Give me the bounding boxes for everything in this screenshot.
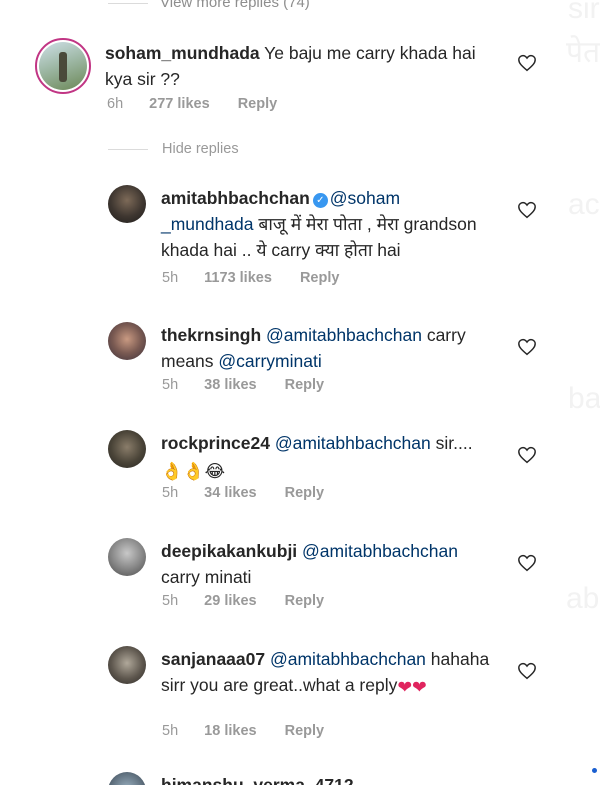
like-heart-icon[interactable] <box>517 201 537 219</box>
comment-body: amitabhbachchan ✓ @soham _mundhada बाजू में… <box>161 185 506 263</box>
comment-time: 5h <box>162 485 179 501</box>
background-text: ab <box>566 582 600 615</box>
comment-text: carry minati <box>161 567 252 587</box>
comment-username[interactable]: deepikakankubji <box>161 541 297 561</box>
divider-line <box>108 149 148 150</box>
comment-mention[interactable]: @carryminati <box>218 351 321 371</box>
comment-likes[interactable]: 34 likes <box>204 485 256 501</box>
mention-part: _mundhada <box>161 214 254 234</box>
divider-line <box>108 3 148 4</box>
comment-meta: 5h 1173 likes Reply <box>162 270 339 286</box>
avatar[interactable] <box>108 538 146 576</box>
mention-part: @soham <box>329 188 401 208</box>
verified-badge-icon: ✓ <box>312 193 328 208</box>
comment-meta: 5h 34 likes Reply <box>162 485 324 501</box>
reply-button[interactable]: Reply <box>300 270 340 286</box>
comment-likes[interactable]: 38 likes <box>204 377 256 393</box>
avatar[interactable] <box>108 772 146 785</box>
background-text: sir <box>568 0 600 25</box>
comment-mention[interactable]: @amitabhbachchan <box>302 541 458 561</box>
comment-likes[interactable]: 18 likes <box>204 723 256 739</box>
comment-body: sanjanaaa07 @amitabhbachchan hahaha sirr… <box>161 646 506 700</box>
reply-button[interactable]: Reply <box>285 723 325 739</box>
like-heart-icon[interactable] <box>517 446 537 464</box>
reply-button[interactable]: Reply <box>238 96 278 112</box>
background-text: पेत <box>566 36 600 69</box>
comment-username[interactable]: soham_mundhada <box>105 43 260 63</box>
comment-mention[interactable]: @amitabhbachchan <box>270 649 426 669</box>
like-heart-icon[interactable] <box>517 338 537 356</box>
scroll-indicator-dot <box>592 768 597 773</box>
avatar[interactable] <box>108 185 146 223</box>
comment-time: 6h <box>107 96 124 112</box>
comment-meta: 5h 29 likes Reply <box>162 593 324 609</box>
avatar[interactable] <box>108 430 146 468</box>
reply-button[interactable]: Reply <box>285 485 325 501</box>
comment-time: 5h <box>162 723 179 739</box>
comment-text: sir.... <box>435 433 473 453</box>
ok-hand-emoji-icon: 👌 <box>182 461 205 481</box>
avatar[interactable] <box>108 646 146 684</box>
red-heart-emoji-icon: ❤ <box>397 677 413 697</box>
comment-username[interactable]: amitabhbachchan <box>161 188 310 208</box>
background-text: ba <box>568 382 600 415</box>
comment-body: soham_mundhada Ye baju me carry khada ha… <box>105 40 505 92</box>
comment-likes[interactable]: 29 likes <box>204 593 256 609</box>
comment-username[interactable]: sanjanaaa07 <box>161 649 265 669</box>
like-heart-icon[interactable] <box>517 54 537 72</box>
comment-meta: 5h 38 likes Reply <box>162 377 324 393</box>
reply-button[interactable]: Reply <box>285 377 325 393</box>
comment-time: 5h <box>162 270 179 286</box>
comment-time: 5h <box>162 377 179 393</box>
hide-replies-link[interactable]: Hide replies <box>162 141 239 157</box>
comment-username[interactable]: himanshu_verma_4712 <box>161 775 354 785</box>
comment-username[interactable]: rockprince24 <box>161 433 270 453</box>
comment-mention[interactable]: @amitabhbachchan <box>266 325 422 345</box>
comment-meta: 6h 277 likes Reply <box>107 96 277 112</box>
comment-username[interactable]: thekrnsingh <box>161 325 261 345</box>
comment-time: 5h <box>162 593 179 609</box>
comment-meta: 5h 18 likes Reply <box>162 723 324 739</box>
comment-body: thekrnsingh @amitabhbachchan carry means… <box>161 322 506 374</box>
view-more-replies-link[interactable]: View more replies (74) <box>160 0 310 11</box>
comment-likes[interactable]: 277 likes <box>149 96 209 112</box>
like-heart-icon[interactable] <box>517 554 537 572</box>
comment-likes[interactable]: 1173 likes <box>204 270 272 286</box>
background-text: ac <box>568 188 600 221</box>
red-heart-emoji-icon: ❤ <box>412 677 427 697</box>
comment-mention[interactable]: @amitabhbachchan <box>275 433 431 453</box>
avatar[interactable] <box>108 322 146 360</box>
reply-button[interactable]: Reply <box>285 593 325 609</box>
ok-hand-emoji-icon: 👌 <box>161 461 183 481</box>
comment-body: deepikakankubji @amitabhbachchan carry m… <box>161 538 506 590</box>
comment-body: himanshu_verma_4712 <box>161 772 506 785</box>
like-heart-icon[interactable] <box>517 662 537 680</box>
laughing-emoji-icon: 😂 <box>204 461 226 481</box>
comment-item: himanshu_verma_4712 <box>0 772 600 785</box>
comment-body: rockprince24 @amitabhbachchan sir.... 👌👌… <box>161 430 506 484</box>
avatar[interactable] <box>35 38 91 94</box>
